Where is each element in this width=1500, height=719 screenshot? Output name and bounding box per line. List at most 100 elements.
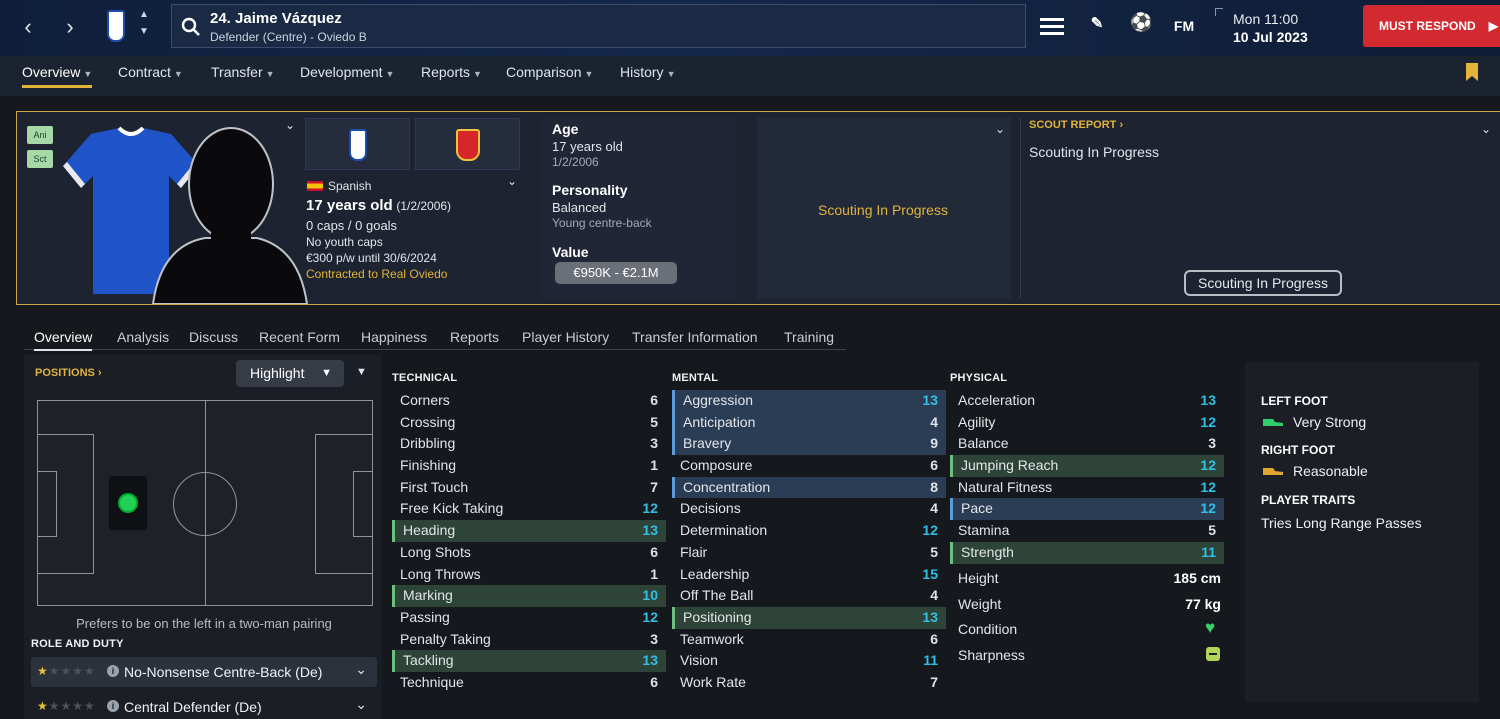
player-profile-card: Ani Sct ⌄ ⌄ Spanish 17 years old (1/2/20… — [16, 111, 1500, 305]
player-search-bar[interactable]: 24. Jaime Vázquez Defender (Centre) - Ov… — [171, 4, 1026, 48]
ani-button[interactable]: Ani — [27, 126, 53, 144]
menu-bar: Overview ▼ Contract ▼ Transfer ▼ Developmen… — [0, 56, 1500, 96]
menu-development[interactable]: Development ▼ — [300, 64, 394, 80]
forward-arrow-icon[interactable]: › — [58, 14, 82, 40]
menu-contract[interactable]: Contract ▼ — [118, 64, 183, 80]
attribute-row[interactable]: Strength 11 — [950, 541, 1224, 564]
attribute-name: Determination — [680, 522, 768, 539]
attribute-row[interactable]: First Touch 7 — [392, 477, 666, 499]
chevron-up-icon[interactable]: ▲ — [139, 9, 149, 20]
value-range-pill[interactable]: €950K - €2.1M — [555, 262, 677, 284]
scout-report-link[interactable]: SCOUT REPORT › — [1029, 119, 1123, 131]
info-icon[interactable]: i — [107, 700, 119, 712]
position-dc-marker[interactable] — [109, 476, 147, 530]
attribute-value: 12 — [922, 522, 938, 539]
hamburger-icon[interactable] — [1040, 14, 1064, 40]
attribute-row[interactable]: Corners 6 — [392, 390, 666, 412]
attribute-row[interactable]: Passing 12 — [392, 607, 666, 629]
attribute-row[interactable]: Technique 6 — [392, 672, 666, 694]
attribute-row[interactable]: Dribbling 3 — [392, 433, 666, 455]
youth-caps: No youth caps — [306, 235, 383, 249]
tab-training[interactable]: Training — [784, 329, 834, 345]
menu-history[interactable]: History ▼ — [620, 64, 675, 80]
football-icon[interactable]: ⚽ — [1130, 12, 1152, 38]
attribute-row[interactable]: Marking 10 — [392, 585, 666, 607]
attribute-row[interactable]: Decisions 4 — [672, 498, 946, 520]
menu-contract-label: Contract — [118, 64, 171, 80]
scouting-in-progress-button[interactable]: Scouting In Progress — [1184, 270, 1342, 296]
must-respond-button[interactable]: MUST RESPOND ▶ — [1363, 5, 1500, 47]
view-mode-select[interactable]: Highlight ▼ — [236, 360, 344, 387]
attribute-row[interactable]: Balance 3 — [950, 433, 1224, 455]
tab-recent-form[interactable]: Recent Form — [259, 329, 340, 345]
attribute-value: 3 — [650, 435, 658, 452]
attribute-row[interactable]: Vision 11 — [672, 650, 946, 672]
attribute-row[interactable]: Natural Fitness 12 — [950, 477, 1224, 499]
attribute-row[interactable]: Stamina 5 — [950, 520, 1224, 542]
attribute-row[interactable]: Positioning 13 — [672, 606, 946, 629]
menu-overview[interactable]: Overview ▼ — [22, 64, 93, 88]
menu-transfer[interactable]: Transfer ▼ — [211, 64, 275, 80]
attribute-row[interactable]: Tackling 13 — [392, 650, 666, 672]
attribute-name: Concentration — [683, 478, 771, 495]
tab-analysis[interactable]: Analysis — [117, 329, 169, 345]
menu-reports[interactable]: Reports ▼ — [421, 64, 482, 80]
sharpness-icon — [1206, 647, 1220, 661]
attribute-row[interactable]: Acceleration 13 — [950, 390, 1224, 412]
attribute-row[interactable]: Determination 12 — [672, 520, 946, 542]
attribute-row[interactable]: Long Throws 1 — [392, 564, 666, 586]
attribute-row[interactable]: Flair 5 — [672, 542, 946, 564]
attribute-row[interactable]: Jumping Reach 12 — [950, 455, 1224, 477]
chevron-down-icon[interactable]: ⌄ — [285, 118, 295, 132]
chevron-down-icon[interactable]: ⌄ — [355, 696, 367, 713]
attribute-row[interactable]: Work Rate 7 — [672, 672, 946, 694]
menu-comparison[interactable]: Comparison ▼ — [506, 64, 593, 80]
attribute-row[interactable]: Bravery 9 — [672, 433, 946, 456]
attribute-row[interactable]: Finishing 1 — [392, 455, 666, 477]
nation-badge-box[interactable] — [415, 118, 520, 170]
attribute-row[interactable]: Pace 12 — [950, 498, 1224, 521]
attribute-row[interactable]: Leadership 15 — [672, 564, 946, 586]
tab-discuss[interactable]: Discuss — [189, 329, 238, 345]
current-date[interactable]: 10 Jul 2023 — [1233, 29, 1308, 45]
back-arrow-icon[interactable]: ‹ — [16, 14, 40, 40]
sct-button[interactable]: Sct — [27, 150, 53, 168]
positions-link[interactable]: POSITIONS › — [35, 367, 102, 379]
tab-overview[interactable]: Overview — [34, 329, 93, 351]
attribute-row[interactable]: Concentration 8 — [672, 476, 946, 499]
attribute-row[interactable]: Composure 6 — [672, 455, 946, 477]
attribute-row[interactable]: Anticipation 4 — [672, 411, 946, 434]
attribute-name: Aggression — [683, 392, 754, 408]
technical-attributes: Corners 6 Crossing 5 Dribbling 3 Finishing 1 Fir… — [392, 390, 666, 694]
chevron-down-icon[interactable]: ▼ — [139, 26, 149, 37]
chevron-down-icon[interactable]: ⌄ — [355, 661, 367, 678]
contract-club-link[interactable]: Contracted to Real Oviedo — [306, 267, 447, 281]
boot-icon — [1263, 468, 1283, 475]
tab-transfer-information[interactable]: Transfer Information — [632, 329, 758, 345]
attribute-row[interactable]: Off The Ball 4 — [672, 585, 946, 607]
tab-player-history[interactable]: Player History — [522, 329, 609, 345]
chevron-down-icon[interactable]: ⌄ — [995, 122, 1005, 136]
role-row[interactable]: ★★★★★ i No-Nonsense Centre-Back (De) ⌄ — [31, 657, 377, 687]
chevron-down-icon[interactable]: ⌄ — [507, 174, 517, 188]
attribute-name: Pace — [961, 500, 993, 517]
attribute-row[interactable]: Aggression 13 — [672, 390, 946, 412]
attribute-row[interactable]: Penalty Taking 3 — [392, 629, 666, 651]
chevron-down-icon[interactable]: ▼ — [356, 366, 367, 378]
club-crest-icon[interactable] — [107, 10, 125, 42]
attribute-row[interactable]: Crossing 5 — [392, 412, 666, 434]
play-arrow-icon: ▶ — [1488, 19, 1498, 33]
tab-happiness[interactable]: Happiness — [361, 329, 427, 345]
pencil-icon[interactable]: ✎ — [1088, 14, 1106, 40]
attribute-row[interactable]: Free Kick Taking 12 — [392, 498, 666, 520]
attribute-row[interactable]: Teamwork 6 — [672, 629, 946, 651]
tab-reports[interactable]: Reports — [450, 329, 499, 345]
info-icon[interactable]: i — [107, 665, 119, 677]
fm-logo[interactable]: FM — [1172, 18, 1196, 44]
attribute-row[interactable]: Heading 13 — [392, 520, 666, 542]
attribute-row[interactable]: Long Shots 6 — [392, 542, 666, 564]
attribute-row[interactable]: Agility 12 — [950, 412, 1224, 434]
chevron-down-icon[interactable]: ⌄ — [1481, 122, 1491, 136]
club-badge-box[interactable] — [305, 118, 410, 170]
role-row[interactable]: ★★★★★ i Central Defender (De) ⌄ — [31, 692, 377, 719]
